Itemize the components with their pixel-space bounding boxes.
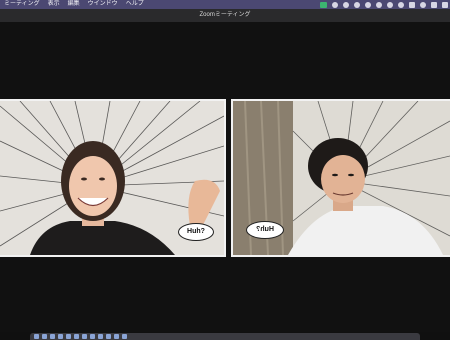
screen-icon[interactable] — [442, 1, 448, 8]
control-center-icon[interactable] — [431, 1, 437, 8]
wifi-icon[interactable] — [398, 1, 404, 8]
menu-window[interactable]: ウインドウ — [84, 0, 122, 9]
search-icon[interactable] — [420, 1, 426, 8]
participant-video-left[interactable]: Huh? — [0, 99, 226, 257]
zoom-status-icon[interactable] — [320, 1, 327, 8]
dock-app-icon[interactable] — [90, 334, 95, 339]
sync-icon[interactable] — [343, 1, 349, 8]
play-icon[interactable] — [365, 1, 371, 8]
menu-help[interactable]: ヘルプ — [122, 0, 148, 9]
dock-app-icon[interactable] — [34, 334, 39, 339]
dock-app-icon[interactable] — [122, 334, 127, 339]
dock-app-icon[interactable] — [74, 334, 79, 339]
dock-app-icon[interactable] — [114, 334, 119, 339]
dock-app-icon[interactable] — [66, 334, 71, 339]
dock-app-icon[interactable] — [82, 334, 87, 339]
menu-meeting[interactable]: ミーティング — [0, 0, 44, 9]
dock-app-icon[interactable] — [106, 334, 111, 339]
keyboard-input-icon[interactable] — [409, 1, 415, 8]
dock-app-icon[interactable] — [58, 334, 63, 339]
macos-menu-bar: ミーティング 表示 編集 ウインドウ ヘルプ — [0, 0, 450, 9]
speech-bubble-mirrored: Huh? — [246, 221, 284, 239]
video-stage: Huh? Huh? — [0, 22, 450, 332]
menu-view[interactable]: 表示 — [44, 0, 64, 9]
dock-app-icon[interactable] — [42, 334, 47, 339]
speech-bubble: Huh? — [178, 223, 214, 241]
dock-app-icon[interactable] — [50, 334, 55, 339]
notification-icon[interactable] — [332, 1, 338, 8]
dock-app-icon[interactable] — [98, 334, 103, 339]
cloud-icon[interactable] — [354, 1, 360, 8]
bluetooth-icon[interactable] — [387, 1, 393, 8]
macos-dock — [30, 333, 420, 340]
menu-edit[interactable]: 編集 — [64, 0, 84, 9]
moon-icon[interactable] — [376, 1, 382, 8]
window-title: Zoomミーティング — [0, 9, 450, 23]
status-icons — [320, 0, 448, 9]
participant-video-right[interactable]: Huh? — [231, 99, 450, 257]
